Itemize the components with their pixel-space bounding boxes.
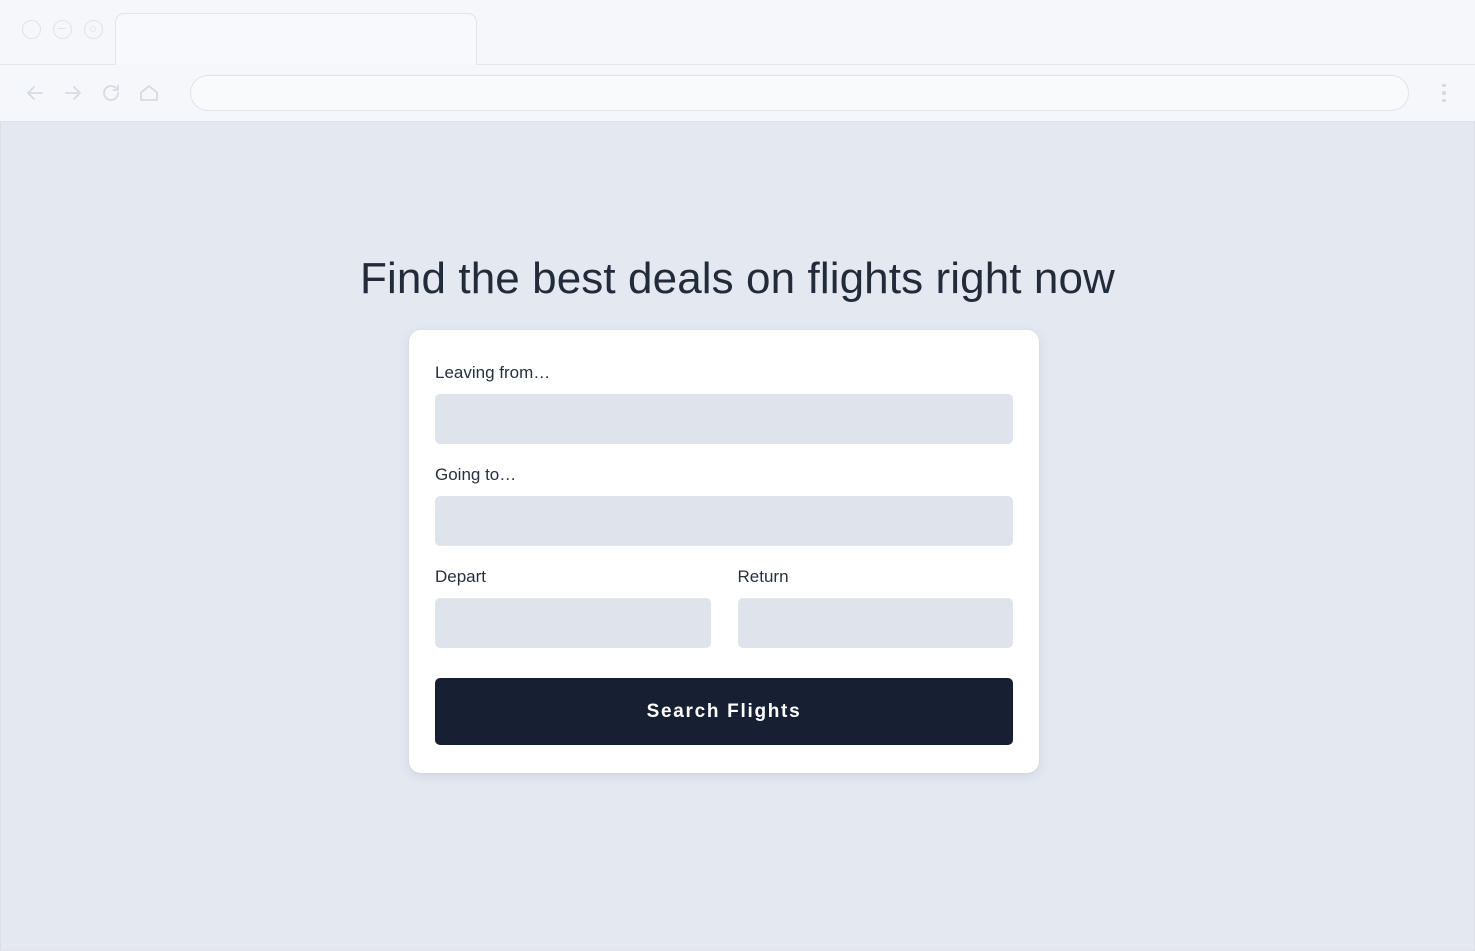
depart-label: Depart xyxy=(435,567,487,586)
window-controls xyxy=(22,20,103,39)
return-label: Return xyxy=(737,567,789,586)
browser-tab[interactable] xyxy=(115,13,477,65)
origin-input[interactable] xyxy=(435,394,1013,444)
home-icon xyxy=(137,81,161,105)
home-button[interactable] xyxy=(130,74,168,112)
forward-button[interactable] xyxy=(54,74,92,112)
date-row: Depart Return xyxy=(435,568,1013,648)
reload-button[interactable] xyxy=(92,74,130,112)
close-window-icon[interactable] xyxy=(22,20,41,39)
depart-field-group: Depart xyxy=(435,568,711,648)
arrow-right-icon xyxy=(61,81,85,105)
flight-search-card: Leaving from… Going to… Depart Return Se… xyxy=(409,330,1039,773)
page-viewport: Find the best deals on flights right now… xyxy=(0,122,1475,951)
maximize-window-icon[interactable] xyxy=(84,20,103,39)
tab-strip xyxy=(0,0,1475,65)
depart-input[interactable] xyxy=(435,598,711,648)
origin-label: Leaving from… xyxy=(435,363,551,382)
browser-window: Find the best deals on flights right now… xyxy=(0,0,1475,951)
destination-field-group: Going to… xyxy=(435,466,1013,546)
search-flights-button[interactable]: Search Flights xyxy=(435,678,1013,745)
address-bar[interactable] xyxy=(190,75,1409,111)
browser-toolbar xyxy=(0,65,1475,122)
destination-label: Going to… xyxy=(435,465,517,484)
more-vertical-icon xyxy=(1442,83,1446,103)
page-title: Find the best deals on flights right now xyxy=(360,254,1115,304)
origin-field-group: Leaving from… xyxy=(435,364,1013,444)
destination-input[interactable] xyxy=(435,496,1013,546)
browser-tab-title xyxy=(116,14,476,30)
return-field-group: Return xyxy=(737,567,1013,648)
arrow-left-icon xyxy=(23,81,47,105)
browser-menu-button[interactable] xyxy=(1423,72,1465,114)
return-input[interactable] xyxy=(737,598,1013,648)
reload-icon xyxy=(99,81,123,105)
minimize-window-icon[interactable] xyxy=(53,20,72,39)
back-button[interactable] xyxy=(16,74,54,112)
